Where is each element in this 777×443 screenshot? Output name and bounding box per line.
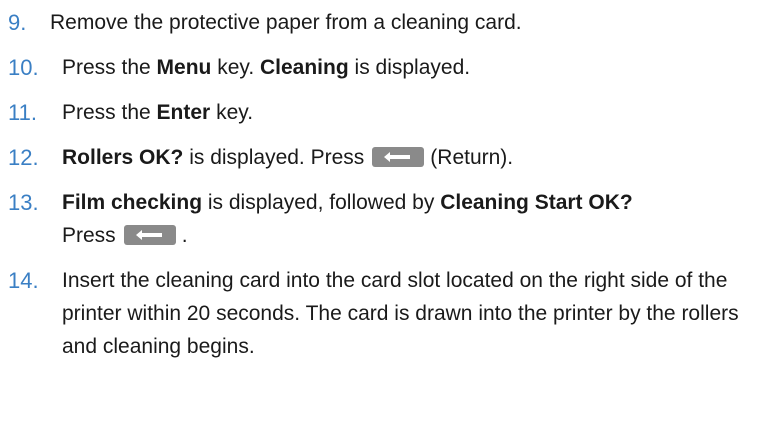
step-text: Insert the cleaning card into the card s… xyxy=(62,269,739,358)
return-key-icon xyxy=(372,147,425,167)
step-text: Press the Menu key. Cleaning is displaye… xyxy=(62,56,471,79)
step-number: 14. xyxy=(8,268,39,293)
step-10: 10. Press the Menu key. Cleaning is disp… xyxy=(8,51,773,84)
rollers-ok-label: Rollers OK? xyxy=(62,146,184,169)
instruction-steps: 9. Remove the protective paper from a cl… xyxy=(8,6,773,375)
enter-key-label: Enter xyxy=(156,101,211,124)
step-number: 12. xyxy=(8,145,39,170)
cleaning-start-label: Cleaning Start OK? xyxy=(440,191,633,214)
step-text: Rollers OK? is displayed. Press (Return). xyxy=(62,146,514,169)
step-11: 11. Press the Enter key. xyxy=(8,96,773,129)
step-number: 10. xyxy=(8,55,39,80)
return-key-icon xyxy=(123,225,176,245)
cleaning-label: Cleaning xyxy=(260,56,349,79)
step-text: Remove the protective paper from a clean… xyxy=(50,11,522,34)
step-14: 14. Insert the cleaning card into the ca… xyxy=(8,264,773,363)
step-number: 13. xyxy=(8,190,39,215)
step-number: 11. xyxy=(8,100,37,125)
step-9: 9. Remove the protective paper from a cl… xyxy=(8,6,773,39)
step-text: Press the Enter key. xyxy=(62,101,254,124)
step-12: 12. Rollers OK? is displayed. Press (Retu… xyxy=(8,141,773,174)
step-number: 9. xyxy=(8,10,27,35)
menu-key-label: Menu xyxy=(156,56,212,79)
film-checking-label: Film checking xyxy=(62,191,203,214)
step-13: 13. Film checking is displayed, followed… xyxy=(8,186,773,252)
step-text: Film checking is displayed, followed by … xyxy=(62,191,633,247)
